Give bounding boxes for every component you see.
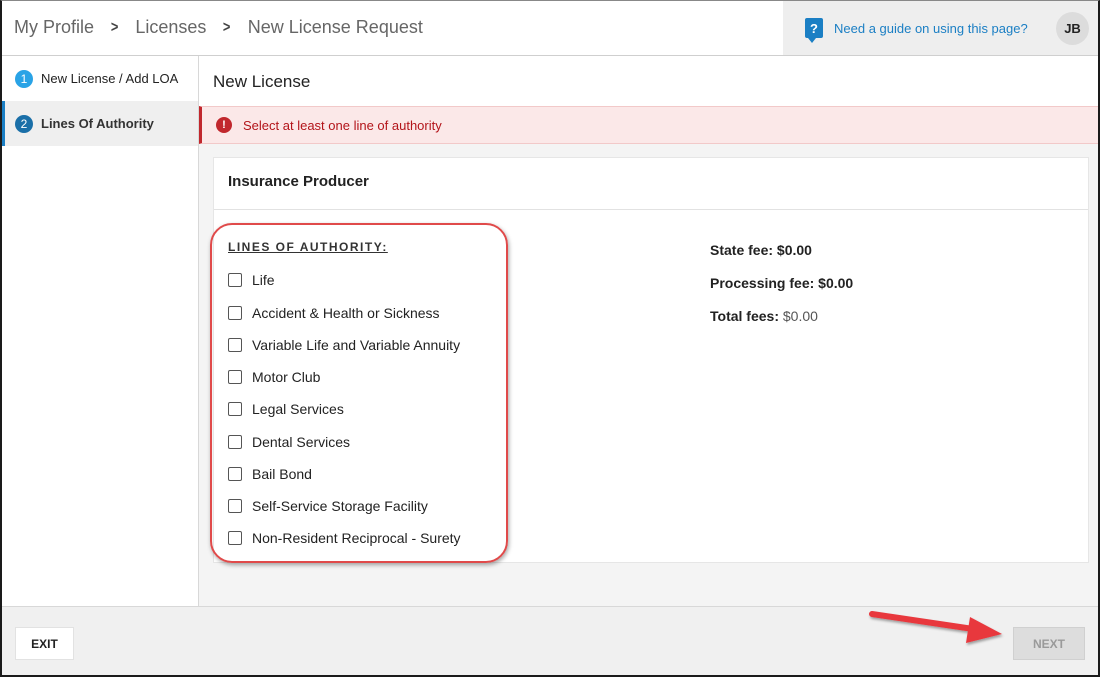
processing-fee-value: $0.00 [818, 275, 854, 291]
loa-label: Variable Life and Variable Annuity [252, 337, 461, 353]
breadcrumb-my-profile[interactable]: My Profile [14, 17, 94, 38]
checkbox[interactable] [228, 338, 242, 352]
exit-button[interactable]: EXIT [15, 627, 74, 660]
error-banner: ! Select at least one line of authority [199, 106, 1098, 144]
loa-heading: LINES OF AUTHORITY: [228, 240, 388, 254]
total-fees-label: Total fees: [710, 308, 783, 324]
checkbox[interactable] [228, 306, 242, 320]
checkbox[interactable] [228, 402, 242, 416]
loa-checkbox-bail-bond[interactable]: Bail Bond [228, 466, 312, 482]
fees-summary: State fee: $0.00 Processing fee: $0.00 T… [710, 242, 853, 341]
total-fees-row: Total fees: $0.00 [710, 308, 853, 341]
sidebar-step-new-license[interactable]: 1 New License / Add LOA [2, 56, 198, 101]
avatar[interactable]: JB [1056, 12, 1089, 45]
loa-checkbox-self-service-storage[interactable]: Self-Service Storage Facility [228, 498, 428, 514]
sidebar: 1 New License / Add LOA 2 Lines Of Autho… [2, 56, 199, 606]
sidebar-step-lines-of-authority[interactable]: 2 Lines Of Authority [2, 101, 198, 146]
state-fee-value: $0.00 [776, 242, 812, 258]
loa-label: Self-Service Storage Facility [252, 498, 428, 514]
app-window: My Profile > Licenses > New License Requ… [0, 0, 1100, 677]
checkbox[interactable] [228, 531, 242, 545]
error-message: Select at least one line of authority [243, 117, 442, 133]
help-guide-label[interactable]: Need a guide on using this page? [834, 21, 1028, 36]
question-icon: ? [805, 18, 823, 43]
loa-label: Motor Club [252, 369, 321, 385]
checkbox[interactable] [228, 370, 242, 384]
loa-label: Non-Resident Reciprocal - Surety [252, 530, 461, 546]
loa-checkbox-life[interactable]: Life [228, 272, 275, 288]
loa-label: Legal Services [252, 401, 344, 417]
license-card: Insurance Producer LINES OF AUTHORITY: L… [213, 157, 1089, 563]
footer: EXIT NEXT [2, 606, 1098, 675]
breadcrumb-separator: > [110, 18, 119, 36]
next-button[interactable]: NEXT [1013, 627, 1085, 660]
loa-label: Bail Bond [252, 466, 312, 482]
state-fee-row: State fee: $0.00 [710, 242, 853, 275]
processing-fee-row: Processing fee: $0.00 [710, 275, 853, 308]
checkbox[interactable] [228, 467, 242, 481]
help-guide-link[interactable]: ? Need a guide on using this page? [783, 1, 1045, 55]
breadcrumb-licenses[interactable]: Licenses [135, 17, 206, 38]
total-fees-value: $0.00 [782, 308, 818, 324]
header: My Profile > Licenses > New License Requ… [2, 1, 1098, 56]
step-number-badge: 2 [15, 114, 33, 133]
checkbox[interactable] [228, 273, 242, 287]
checkbox[interactable] [228, 499, 242, 513]
loa-checkbox-variable-life[interactable]: Variable Life and Variable Annuity [228, 337, 460, 353]
loa-checkbox-accident-health[interactable]: Accident & Health or Sickness [228, 305, 440, 321]
state-fee-label: State fee: [710, 242, 777, 258]
loa-checkbox-non-resident-surety[interactable]: Non-Resident Reciprocal - Surety [228, 530, 461, 546]
page-title: New License [199, 56, 1098, 106]
breadcrumb: My Profile > Licenses > New License Requ… [14, 17, 423, 38]
loa-label: Accident & Health or Sickness [252, 305, 440, 321]
loa-label: Life [252, 272, 275, 288]
processing-fee-label: Processing fee: [710, 275, 819, 291]
user-menu[interactable]: JB [1045, 1, 1098, 55]
sidebar-step-label: Lines Of Authority [41, 116, 154, 131]
loa-label: Dental Services [252, 434, 351, 450]
loa-checkbox-legal-services[interactable]: Legal Services [228, 401, 344, 417]
loa-checkbox-motor-club[interactable]: Motor Club [228, 369, 320, 385]
breadcrumb-current: New License Request [247, 17, 423, 37]
step-number-badge: 1 [15, 69, 33, 88]
breadcrumb-separator: > [223, 18, 231, 36]
main-content: New License ! Select at least one line o… [199, 56, 1098, 606]
sidebar-step-label: New License / Add LOA [41, 71, 179, 86]
card-title: Insurance Producer [214, 158, 1088, 210]
loa-checkbox-dental-services[interactable]: Dental Services [228, 434, 350, 450]
checkbox[interactable] [228, 435, 242, 449]
error-icon: ! [216, 117, 232, 133]
